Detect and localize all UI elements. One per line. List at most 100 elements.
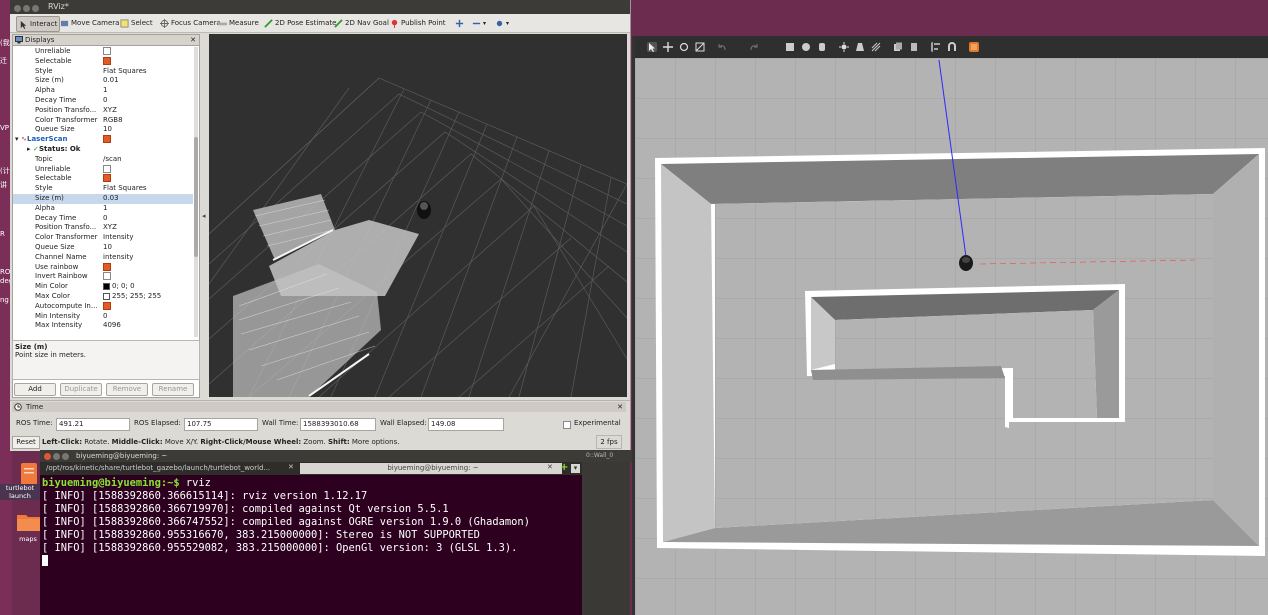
ros-time-field[interactable]: 491.21: [56, 418, 130, 431]
property-value[interactable]: XYZ: [103, 223, 117, 233]
property-row[interactable]: ▾ ∿ LaserScan: [13, 135, 193, 145]
property-row[interactable]: Max Color 255; 255; 255: [13, 292, 193, 302]
collapse-left-arrow-icon[interactable]: ◂: [202, 212, 206, 220]
rename-display-button[interactable]: Rename: [152, 383, 194, 396]
property-value[interactable]: 0; 0; 0: [103, 282, 135, 292]
property-row[interactable]: Decay Time 0: [13, 96, 193, 106]
property-value[interactable]: [103, 56, 111, 67]
terminal-output[interactable]: biyueming@biyueming:~$ rviz [ INFO] [158…: [42, 477, 580, 615]
move-camera-tool-button[interactable]: Move Camera: [60, 16, 119, 30]
property-value[interactable]: RGB8: [103, 116, 123, 126]
property-value[interactable]: Flat Squares: [103, 67, 147, 77]
close-icon[interactable]: ✕: [617, 402, 623, 412]
minimize-icon[interactable]: [53, 453, 60, 460]
focus-camera-tool-button[interactable]: Focus Camera: [160, 16, 221, 30]
property-value[interactable]: 1: [103, 204, 107, 214]
property-row[interactable]: Unreliable: [13, 47, 193, 57]
property-value[interactable]: 10: [103, 125, 112, 135]
maximize-icon[interactable]: [62, 453, 69, 460]
close-tab-icon[interactable]: ✕: [547, 463, 553, 471]
rviz-3d-view[interactable]: [209, 34, 627, 397]
property-checkbox[interactable]: [103, 272, 111, 281]
property-row[interactable]: Style Flat Squares: [13, 184, 193, 194]
property-value[interactable]: 10: [103, 243, 112, 253]
terminal-tab-active[interactable]: biyueming@biyueming: ~: [300, 463, 562, 474]
property-row[interactable]: ▸ ✓ Status: Ok: [13, 145, 193, 155]
property-row[interactable]: Invert Rainbow: [13, 272, 193, 282]
color-swatch[interactable]: [103, 292, 110, 300]
property-row[interactable]: Channel Name intensity: [13, 253, 193, 263]
property-value[interactable]: 0.03: [103, 194, 119, 204]
paste-icon[interactable]: [909, 42, 919, 52]
property-row[interactable]: Alpha 1: [13, 204, 193, 214]
reset-button[interactable]: Reset: [12, 436, 40, 449]
property-row[interactable]: Color Transformer Intensity: [13, 233, 193, 243]
2d-pose-estimate-tool-button[interactable]: 2D Pose Estimate: [264, 16, 336, 30]
property-row[interactable]: Size (m) 0.01: [13, 76, 193, 86]
point-light-icon[interactable]: [839, 42, 849, 52]
property-value[interactable]: 0.01: [103, 76, 119, 86]
ros-elapsed-field[interactable]: 107.75: [184, 418, 258, 431]
new-tab-plus-icon[interactable]: +: [560, 462, 568, 473]
property-value[interactable]: [103, 301, 111, 312]
tab-menu-chevron-down-icon[interactable]: ▾: [571, 464, 580, 473]
select-tool-button[interactable]: Select: [120, 16, 153, 30]
property-row[interactable]: Position Transfo... XYZ: [13, 223, 193, 233]
property-checkbox[interactable]: [103, 301, 111, 310]
property-row[interactable]: Topic/scan: [13, 155, 193, 165]
property-checkbox[interactable]: [103, 164, 111, 173]
measure-tool-button[interactable]: Measure: [218, 16, 259, 30]
minimize-icon[interactable]: [23, 5, 30, 12]
undo-icon[interactable]: [717, 42, 727, 52]
property-row[interactable]: Alpha 1: [13, 86, 193, 96]
tool-properties-button[interactable]: ▾: [495, 16, 509, 30]
close-icon[interactable]: [44, 453, 51, 460]
property-value[interactable]: [103, 164, 111, 175]
property-checkbox[interactable]: [103, 135, 111, 144]
remove-display-button[interactable]: Remove: [106, 383, 148, 396]
property-value[interactable]: Intensity: [103, 233, 133, 243]
sphere-shape-icon[interactable]: [801, 42, 811, 52]
property-row[interactable]: Selectable: [13, 174, 193, 184]
wall-time-field[interactable]: 1588393010.68: [300, 418, 376, 431]
close-icon[interactable]: ✕: [190, 35, 196, 45]
property-row[interactable]: Min Color 0; 0; 0: [13, 282, 193, 292]
2d-nav-goal-tool-button[interactable]: 2D Nav Goal: [334, 16, 389, 30]
redo-icon[interactable]: [749, 42, 759, 52]
property-value[interactable]: [103, 262, 111, 273]
property-value[interactable]: intensity: [103, 253, 133, 263]
copy-icon[interactable]: [893, 42, 903, 52]
property-checkbox[interactable]: [103, 56, 111, 65]
property-value[interactable]: XYZ: [103, 106, 117, 116]
property-row[interactable]: Queue Size 10: [13, 243, 193, 253]
duplicate-display-button[interactable]: Duplicate: [60, 383, 102, 396]
property-row[interactable]: Unreliable: [13, 164, 193, 175]
box-shape-icon[interactable]: [785, 42, 795, 52]
select-mode-arrow-icon[interactable]: [647, 42, 657, 52]
turtlebot-launch-file-icon[interactable]: [18, 462, 40, 486]
rviz-title-bar[interactable]: RViz*: [10, 0, 630, 14]
change-view-angle-icon[interactable]: [969, 42, 979, 52]
wall-elapsed-field[interactable]: 149.08: [428, 418, 504, 431]
property-value[interactable]: [103, 272, 111, 282]
maps-folder-icon[interactable]: [16, 512, 42, 532]
maximize-icon[interactable]: [32, 5, 39, 12]
close-tab-icon[interactable]: ✕: [288, 463, 294, 471]
color-swatch[interactable]: [103, 282, 110, 290]
terminal-tab[interactable]: /opt/ros/kinetic/share/turtlebot_gazebo/…: [42, 463, 302, 474]
property-scrollbar[interactable]: [194, 47, 198, 337]
add-display-button[interactable]: Add: [14, 383, 56, 396]
rotate-mode-icon[interactable]: [679, 42, 689, 52]
scale-mode-icon[interactable]: [695, 42, 705, 52]
snap-magnet-icon[interactable]: [947, 42, 957, 52]
expand-chevron-right-icon[interactable]: ▸: [27, 145, 31, 155]
add-tool-button[interactable]: [455, 16, 466, 30]
property-value[interactable]: 255; 255; 255: [103, 292, 161, 302]
property-row[interactable]: Decay Time 0: [13, 214, 193, 224]
directional-light-icon[interactable]: [871, 42, 881, 52]
property-value[interactable]: 1: [103, 86, 107, 96]
terminal-title-bar[interactable]: biyueming@biyueming: ~: [40, 450, 582, 462]
translate-mode-icon[interactable]: [663, 42, 673, 52]
publish-point-tool-button[interactable]: Publish Point: [390, 16, 446, 30]
property-row[interactable]: Use rainbow: [13, 262, 193, 273]
